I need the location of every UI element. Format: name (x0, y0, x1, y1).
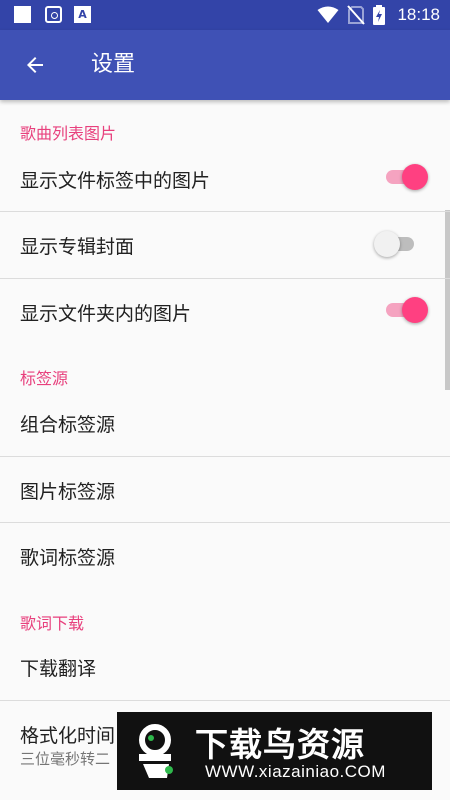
category-song-list-images: 歌曲列表图片 (20, 124, 117, 143)
pref-download-translation[interactable]: 下载翻译 (0, 634, 450, 700)
watermark-title: 下载鸟资源 (195, 725, 365, 764)
pref-show-tag-images[interactable]: 显示文件标签中的图片 (0, 144, 450, 211)
settings-list[interactable]: 歌曲列表图片 显示文件标签中的图片 显示专辑封面 显示文件夹内的图片 标签源 组… (0, 100, 450, 800)
pref-image-tag-source[interactable]: 图片标签源 (0, 457, 450, 522)
pref-label: 下载翻译 (20, 658, 97, 680)
arrow-left-icon (27, 57, 43, 73)
toggle-show-album-cover[interactable] (374, 231, 418, 257)
back-button[interactable] (14, 44, 56, 86)
page-title: 设置 (91, 52, 136, 77)
toggle-thumb (402, 297, 428, 323)
no-sim-icon (347, 5, 366, 25)
pref-combined-tag-source[interactable]: 组合标签源 (0, 390, 450, 456)
pref-label: 显示文件夹内的图片 (20, 303, 192, 325)
status-bar: A 18:18 (0, 0, 450, 30)
pref-summary: 三位毫秒转二 (20, 750, 111, 768)
toggle-thumb (374, 231, 400, 257)
toggle-show-folder-images[interactable] (384, 297, 428, 323)
category-lyrics-download: 歌词下载 (20, 614, 85, 633)
pref-label: 歌词标签源 (20, 547, 116, 569)
pref-show-folder-images[interactable]: 显示文件夹内的图片 (0, 279, 450, 345)
shield-app-icon (45, 6, 62, 23)
pref-label: 格式化时间 (20, 725, 116, 747)
pref-label: 显示专辑封面 (20, 236, 135, 258)
watermark-url: WWW.xiazainiao.COM (205, 762, 386, 781)
status-time: 18:18 (397, 5, 440, 24)
bird-logo-icon (139, 724, 173, 778)
battery-charging-icon (373, 5, 386, 25)
pref-lyrics-tag-source[interactable]: 歌词标签源 (0, 523, 450, 589)
font-app-icon: A (74, 6, 91, 23)
pref-label: 显示文件标签中的图片 (20, 170, 211, 192)
notification-square-icon (14, 6, 31, 23)
pref-show-album-cover[interactable]: 显示专辑封面 (0, 212, 450, 278)
category-tag-sources: 标签源 (20, 369, 69, 388)
wifi-icon (317, 6, 339, 23)
status-indicators: 18:18 (317, 0, 440, 30)
watermark-banner: 下载鸟资源 WWW.xiazainiao.COM (117, 712, 432, 790)
toggle-thumb (402, 164, 428, 190)
toggle-show-tag-images[interactable] (384, 164, 428, 190)
app-bar: 设置 (0, 30, 450, 100)
pref-label: 图片标签源 (20, 481, 116, 503)
pref-label: 组合标签源 (20, 414, 116, 436)
